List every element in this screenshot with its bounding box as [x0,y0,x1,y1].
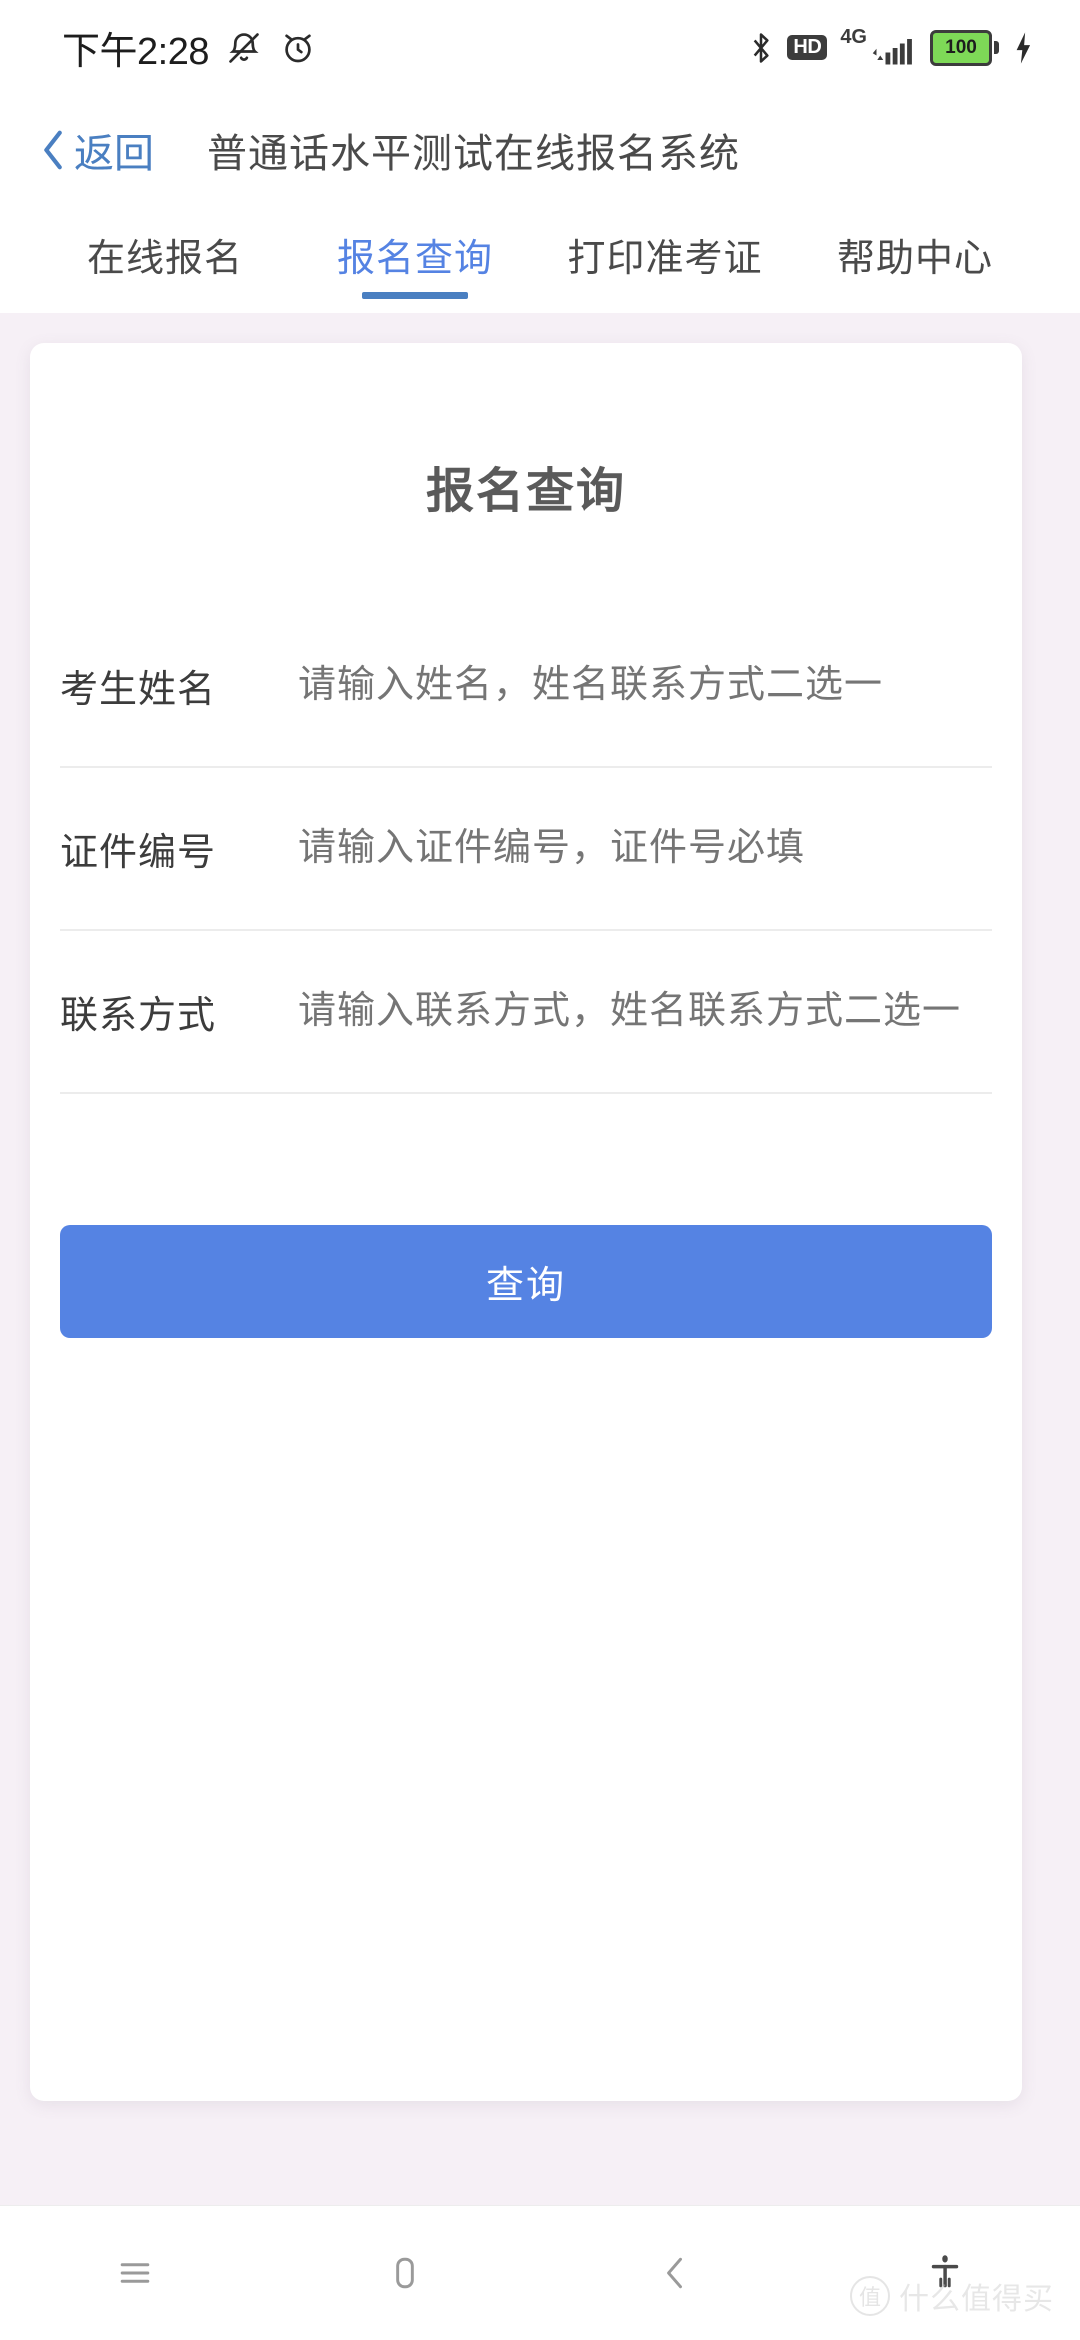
tab-label: 报名查询 [336,238,493,280]
hd-badge: HD [787,35,828,60]
candidate-name-label: 考生姓名 [60,669,217,711]
contact-input[interactable] [296,989,992,1034]
watermark-text: 什么值得买 [899,2283,1054,2316]
status-time: 下午2:28 [62,31,209,73]
form-row-candidate-name[interactable]: 考生姓名 [60,605,992,768]
signal-bars-icon [872,38,912,64]
page-body: 报名查询 考生姓名 证件编号 联系方式 查询 [0,313,1080,2205]
page-title: 普通话水平测试在线报名系统 [207,132,740,176]
back-button-label: 返回 [74,132,154,176]
form-row-contact[interactable]: 联系方式 [60,931,992,1094]
battery-cap [994,41,999,54]
query-form: 考生姓名 证件编号 联系方式 [30,605,1022,1094]
network-signal: 4G [840,27,917,69]
status-bar-left: 下午2:28 [62,20,317,75]
alarm-clock-icon [279,29,317,67]
card-title: 报名查询 [425,465,626,518]
contact-label: 联系方式 [60,995,217,1037]
battery-body: 100 [930,29,992,66]
tab-label: 打印准考证 [567,238,763,280]
status-bar-right: HD 4G 100 [748,27,1034,69]
nav-home-button[interactable] [270,2251,540,2295]
home-icon [383,2251,427,2295]
nav-back-button[interactable] [540,2251,810,2295]
bluetooth-icon [748,29,774,67]
menu-icon [113,2251,157,2295]
nav-recents-button[interactable] [0,2251,270,2295]
candidate-name-input[interactable] [296,663,992,708]
network-label: 4G [840,25,867,48]
tab-label: 帮助中心 [836,238,993,280]
id-number-input[interactable] [296,826,992,871]
watermark-logo: 值 [850,2276,890,2316]
battery-indicator: 100 [930,29,999,66]
battery-level: 100 [945,37,977,58]
id-number-label: 证件编号 [60,832,217,874]
tab-bar: 在线报名 报名查询 打印准考证 帮助中心 [0,205,1080,313]
tab-underline [362,292,468,299]
form-row-id-number[interactable]: 证件编号 [60,768,992,931]
back-button[interactable]: 返回 [40,121,154,179]
chevron-left-icon [653,2251,697,2295]
charging-bolt-icon [1012,31,1034,65]
tab-help-center[interactable]: 帮助中心 [790,205,1040,282]
bell-mute-icon [225,29,263,67]
tab-print-admission-ticket[interactable]: 打印准考证 [540,205,790,282]
query-submit-button[interactable]: 查询 [60,1225,992,1338]
status-bar: 下午2:28 HD 4G 100 [0,0,1080,95]
watermark: 值 什么值得买 [850,2274,1054,2318]
query-form-card: 报名查询 考生姓名 证件编号 联系方式 查询 [30,343,1022,2101]
system-navigation-bar: 值 什么值得买 [0,2205,1080,2340]
chevron-left-icon [40,127,68,173]
app-header: 返回 普通话水平测试在线报名系统 [0,95,1080,205]
tab-online-registration[interactable]: 在线报名 [40,205,290,282]
tab-registration-query[interactable]: 报名查询 [290,205,540,299]
submit-area: 查询 [30,1094,1022,1338]
tab-label: 在线报名 [86,238,243,280]
